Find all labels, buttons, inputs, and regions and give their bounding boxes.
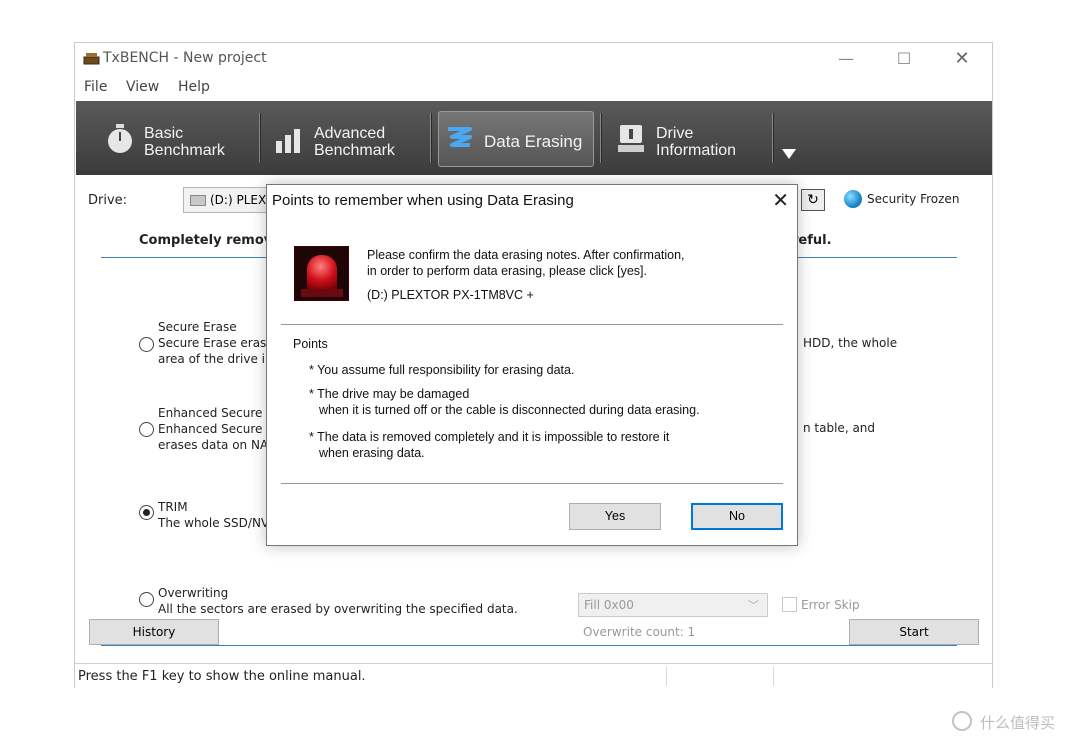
dialog-confirm-text: Please confirm the data erasing notes. A… (367, 247, 777, 279)
stopwatch-icon (108, 124, 132, 153)
section-divider (101, 645, 957, 646)
menu-bar: File View Help (75, 75, 992, 99)
tab-advanced-line2: Benchmark (314, 142, 395, 159)
option-name: Overwriting (158, 586, 229, 600)
radio-enhanced-secure-erase[interactable] (139, 422, 154, 437)
security-status: Security Frozen (867, 192, 960, 206)
title-bar[interactable]: TxBENCH - New project — ☐ ✕ (75, 43, 992, 75)
tab-data-erasing[interactable]: Data Erasing (444, 113, 594, 165)
drive-info-icon (618, 125, 644, 152)
option-enhanced-secure-erase[interactable]: Enhanced Secure Enhanced Secure erases d… (158, 405, 268, 453)
tab-basic-benchmark[interactable]: Basic Benchmark (104, 113, 254, 165)
option-name: Secure Erase (158, 320, 237, 334)
warning-siren-icon (294, 246, 349, 301)
option-overwriting[interactable]: Overwriting All the sectors are erased b… (158, 585, 518, 617)
dialog-close-button[interactable]: ✕ (772, 188, 789, 212)
history-button[interactable]: History (89, 619, 219, 645)
dialog-point: * The drive may be damaged when it is tu… (309, 386, 700, 418)
watermark-logo-icon (952, 711, 972, 731)
radio-overwriting[interactable] (139, 592, 154, 607)
dialog-point-line: * You assume full responsibility for era… (309, 363, 575, 377)
overwrite-count: Overwrite count: 1 (583, 625, 696, 639)
toolbar-separator (600, 113, 602, 163)
status-separator (773, 667, 774, 686)
status-separator (666, 667, 667, 686)
tab-drive-information[interactable]: Drive Information (616, 113, 776, 165)
tab-advanced-line1: Advanced (314, 125, 386, 142)
option-desc-line1: Enhanced Secure (158, 422, 263, 436)
section-title: Completely remov (139, 233, 273, 248)
fill-pattern-select[interactable]: Fill 0x00 ﹀ (578, 593, 768, 617)
dialog-point-line: * The data is removed completely and it … (309, 430, 670, 444)
option-desc-line1: Secure Erase eras (158, 336, 267, 350)
minimize-button[interactable]: — (823, 47, 869, 71)
error-skip-checkbox[interactable] (782, 597, 797, 612)
status-bar: Press the F1 key to show the online manu… (75, 663, 992, 688)
option-desc-line2: erases data on NA (158, 438, 269, 452)
option-desc-tail: n table, and (803, 421, 876, 435)
chevron-down-icon: ﹀ (748, 599, 759, 612)
option-desc-line2: area of the drive i (158, 352, 265, 366)
no-button[interactable]: No (691, 503, 783, 530)
tab-data-erasing-label: Data Erasing (484, 132, 583, 151)
dialog-drive-name: (D:) PLEXTOR PX-1TM8VC + (367, 288, 534, 302)
tab-drive-line1: Drive (656, 125, 694, 142)
error-skip-label: Error Skip (801, 598, 860, 612)
option-desc-line1: All the sectors are erased by overwritin… (158, 602, 518, 616)
menu-help[interactable]: Help (178, 79, 210, 95)
radio-secure-erase[interactable] (139, 337, 154, 352)
drive-select-value: (D:) PLEXTOR PX-1TM8VC + (210, 193, 272, 207)
option-trim[interactable]: TRIM The whole SSD/NV (158, 499, 269, 531)
dialog-divider (281, 324, 783, 325)
drive-icon (190, 195, 206, 206)
start-button[interactable]: Start (849, 619, 979, 645)
option-desc-line1: The whole SSD/NV (158, 516, 270, 530)
dialog-point-line: * The drive may be damaged (309, 387, 470, 401)
dialog-divider (281, 483, 783, 484)
maximize-button[interactable]: ☐ (881, 47, 927, 71)
dialog-point-line: when it is turned off or the cable is di… (319, 403, 700, 417)
main-toolbar: Basic Benchmark Advanced Benchmark Data Er… (76, 101, 992, 175)
tab-basic-line1: Basic (144, 125, 184, 142)
toolbar-separator (772, 113, 774, 163)
dialog-points-title: Points (293, 337, 328, 351)
refresh-button[interactable]: ↻ (801, 189, 825, 211)
tab-drive-line2: Information (656, 142, 737, 159)
eraser-zigzag-icon (448, 127, 472, 147)
yes-button[interactable]: Yes (569, 503, 661, 530)
fill-pattern-value: Fill 0x00 (584, 598, 634, 612)
watermark-text: 什么值得买 (980, 714, 1056, 732)
option-name: Enhanced Secure (158, 406, 263, 420)
dialog-point-line: when erasing data. (319, 446, 425, 460)
refresh-icon: ↻ (807, 192, 819, 208)
drive-label: Drive: (88, 193, 128, 208)
toolbar-separator (430, 113, 432, 163)
app-icon (83, 53, 100, 65)
tab-basic-line2: Benchmark (144, 142, 225, 159)
security-status-icon (844, 190, 862, 208)
close-button[interactable]: ✕ (939, 47, 985, 71)
status-text: Press the F1 key to show the online manu… (78, 669, 366, 684)
data-erasing-notes-dialog: Points to remember when using Data Erasi… (266, 184, 798, 546)
dialog-point: * The data is removed completely and it … (309, 429, 669, 461)
toolbar-separator (259, 113, 261, 163)
option-secure-erase[interactable]: Secure Erase Secure Erase eras area of t… (158, 319, 266, 367)
triangle-down-icon[interactable] (782, 149, 796, 159)
bar-chart-icon (276, 129, 300, 153)
dialog-point: * You assume full responsibility for era… (309, 362, 574, 378)
dialog-confirm-line1: Please confirm the data erasing notes. A… (367, 248, 685, 262)
dialog-confirm-line2: in order to perform data erasing, please… (367, 264, 647, 278)
option-desc-tail: HDD, the whole (803, 336, 898, 350)
window-title: TxBENCH - New project (103, 50, 267, 66)
option-name: TRIM (158, 500, 188, 514)
menu-file[interactable]: File (84, 79, 107, 95)
menu-view[interactable]: View (126, 79, 159, 95)
dialog-title: Points to remember when using Data Erasi… (272, 192, 574, 209)
drive-select[interactable]: (D:) PLEXTOR PX-1TM8VC + (183, 187, 273, 213)
radio-trim[interactable] (139, 505, 154, 520)
tab-advanced-benchmark[interactable]: Advanced Benchmark (274, 113, 424, 165)
